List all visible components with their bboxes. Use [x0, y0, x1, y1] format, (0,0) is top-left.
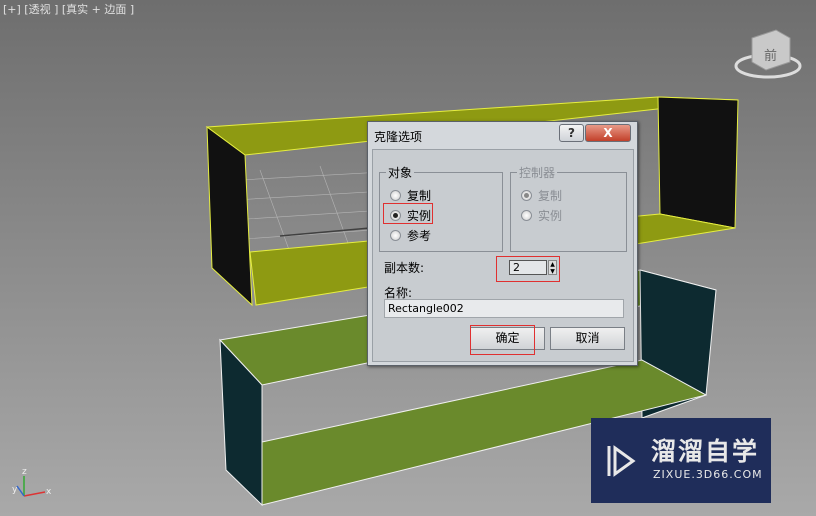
svg-text:前: 前 — [764, 48, 777, 64]
copies-label: 副本数: — [384, 261, 425, 275]
svg-text:z: z — [22, 467, 27, 477]
highlight-box — [496, 256, 560, 282]
dialog-title: 克隆选项 — [374, 130, 423, 144]
svg-text:x: x — [46, 487, 52, 497]
axis-tripod: x z y — [12, 467, 52, 497]
radio-controller-instance[interactable]: 实例 — [521, 207, 562, 224]
radio-controller-copy[interactable]: 复制 — [521, 187, 562, 204]
highlight-box — [470, 325, 535, 355]
watermark-title: 溜溜自学 — [651, 437, 760, 466]
viewport-label[interactable]: [+] [透视 ] [真实 + 边面 ] — [3, 1, 134, 17]
clone-options-dialog: 克隆选项 ? X 对象 复制 实例 参考 控制器 复制 实例 副本数: 2 ▲ ▼… — [367, 121, 638, 366]
controller-group: 控制器 复制 实例 — [510, 164, 627, 252]
play-logo-icon — [607, 445, 636, 477]
svg-text:y: y — [12, 485, 18, 495]
cancel-button[interactable]: 取消 — [550, 327, 625, 350]
highlight-box — [383, 203, 433, 224]
help-button[interactable]: ? — [559, 124, 584, 142]
radio-reference[interactable]: 参考 — [390, 227, 431, 244]
name-field[interactable]: Rectangle002 — [384, 299, 624, 318]
controller-group-title: 控制器 — [517, 164, 558, 181]
object-group: 对象 复制 实例 参考 — [379, 164, 503, 252]
watermark-logo: 溜溜自学 ZIXUE.3D66.COM — [591, 418, 771, 503]
watermark-url: ZIXUE.3D66.COM — [653, 468, 763, 481]
radio-copy[interactable]: 复制 — [390, 187, 431, 204]
viewcube[interactable]: 前 — [734, 29, 802, 79]
close-button[interactable]: X — [585, 124, 631, 142]
object-group-title: 对象 — [386, 164, 415, 181]
